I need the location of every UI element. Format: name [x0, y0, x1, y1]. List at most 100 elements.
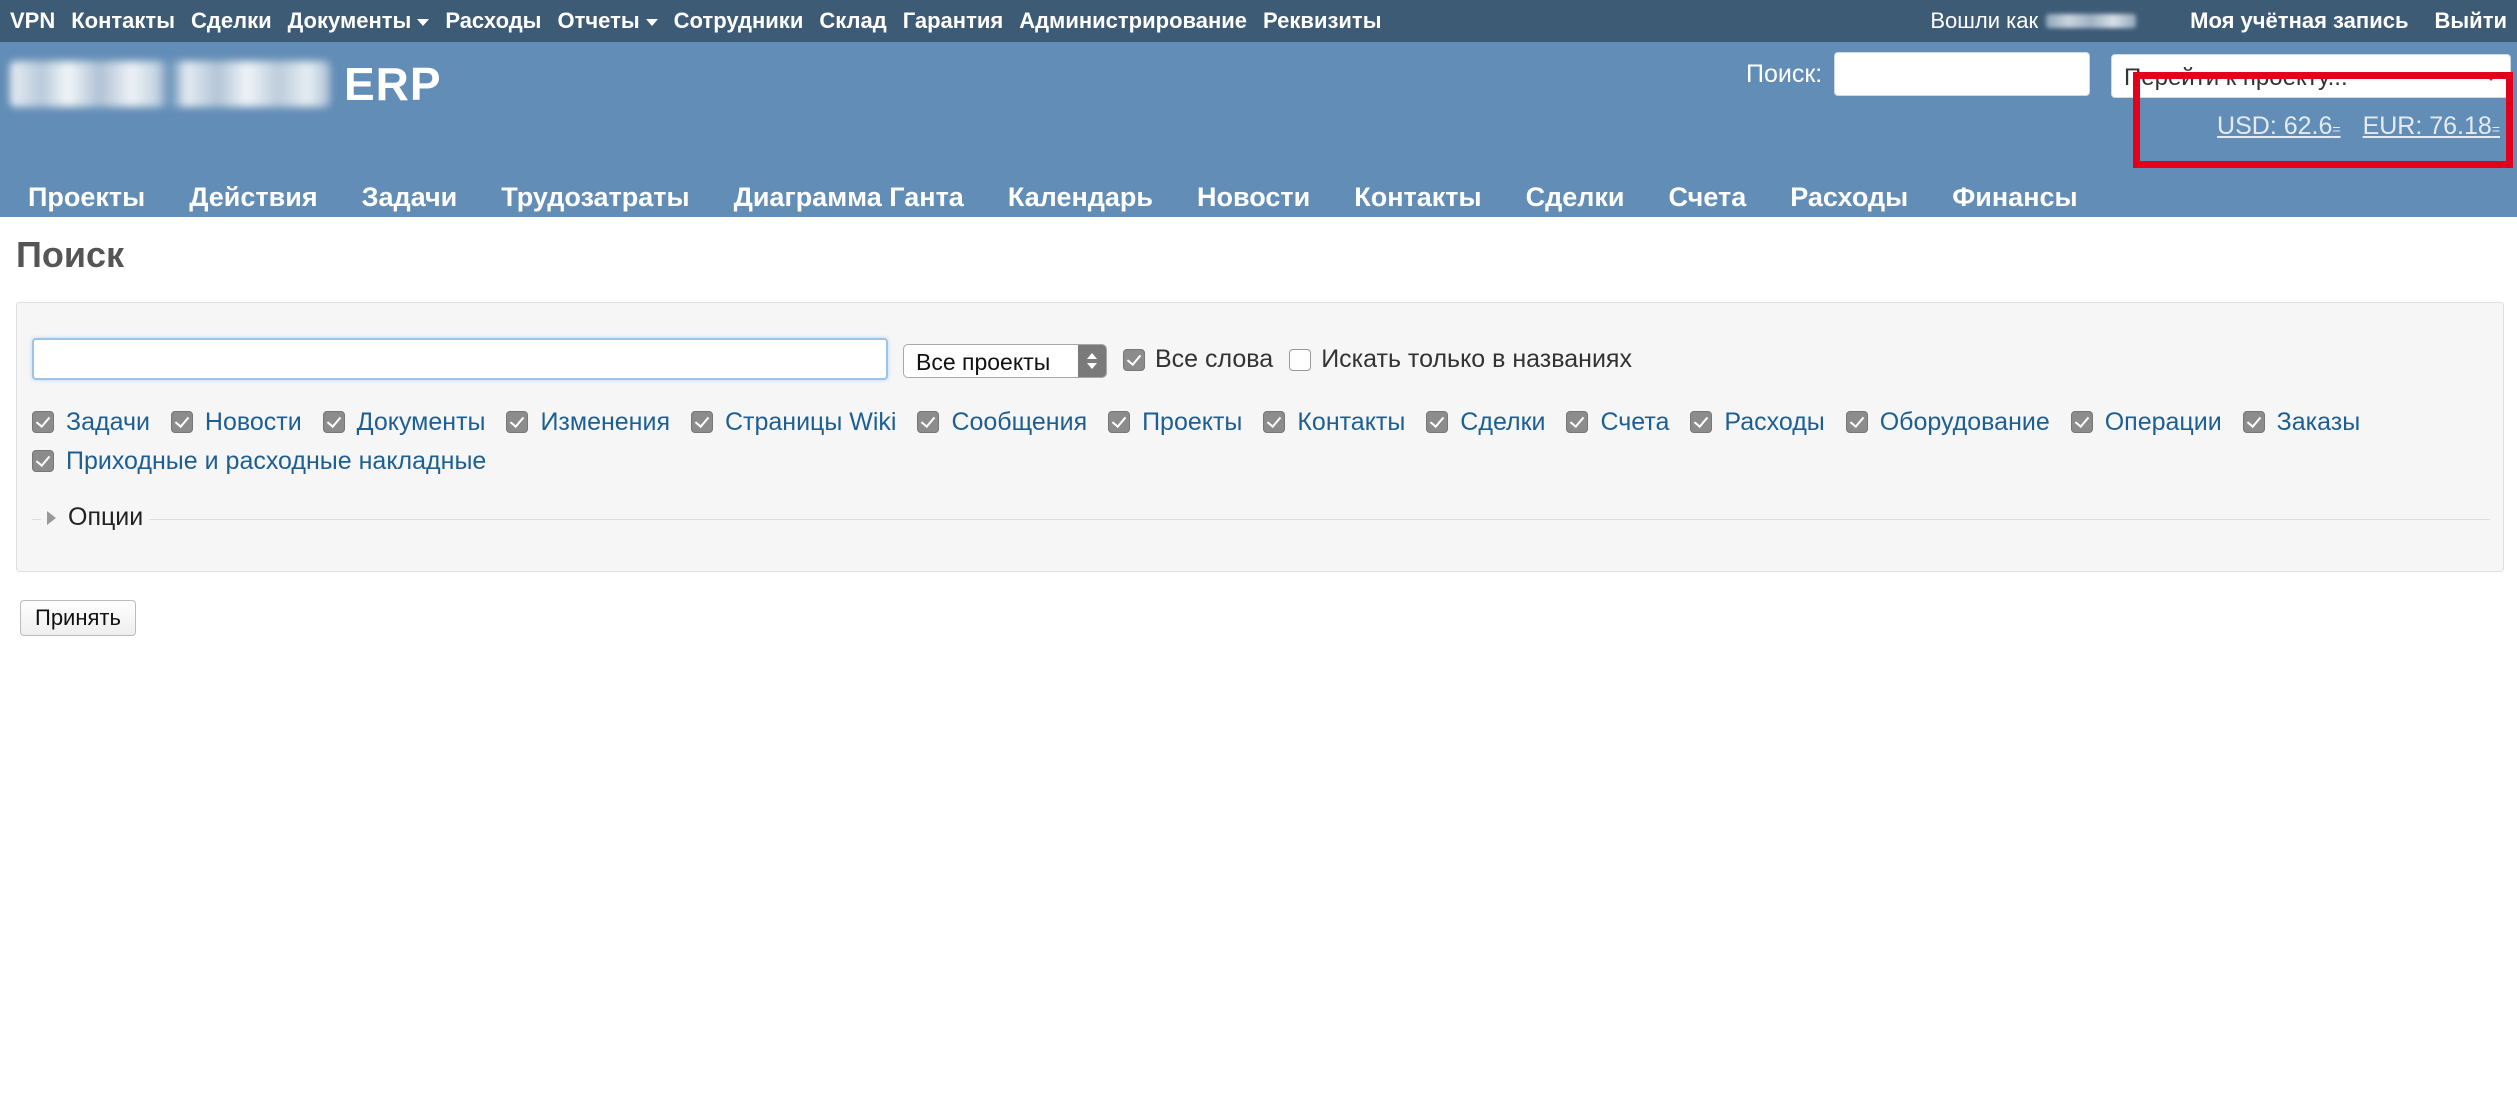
- logo-suffix: ERP: [344, 58, 442, 110]
- quick-search: Поиск:: [1746, 52, 2091, 96]
- type-link[interactable]: Страницы Wiki: [725, 404, 897, 440]
- type-link[interactable]: Заказы: [2277, 404, 2361, 440]
- top-menu: VPN Контакты Сделки Документы Расходы От…: [0, 0, 2517, 42]
- usd-rate-link[interactable]: USD: 62.6=: [2217, 112, 2341, 141]
- chevron-down-icon: [417, 18, 430, 26]
- quick-search-label: Поиск:: [1746, 59, 1823, 88]
- main-menu-item-finance[interactable]: Финансы: [1952, 182, 2077, 213]
- type-waybills: Приходные и расходные накладные: [32, 443, 486, 479]
- type-link[interactable]: Сделки: [1460, 404, 1545, 440]
- type-expenses: Расходы: [1690, 404, 1825, 440]
- type-deals: Сделки: [1426, 404, 1546, 440]
- main-menu-item-invoices[interactable]: Счета: [1669, 182, 1747, 213]
- type-checkbox[interactable]: [1845, 411, 1868, 433]
- main-menu-item-activity[interactable]: Действия: [189, 182, 317, 213]
- my-account-link[interactable]: Моя учётная запись: [2190, 8, 2408, 34]
- project-scope-value: Все проекты: [916, 349, 1051, 375]
- type-checkbox[interactable]: [2070, 411, 2093, 433]
- type-link[interactable]: Приходные и расходные накладные: [66, 443, 486, 479]
- type-link[interactable]: Счета: [1600, 404, 1669, 440]
- select-arrows-icon: [1078, 345, 1106, 377]
- type-checkbox[interactable]: [690, 411, 713, 433]
- type-link[interactable]: Операции: [2105, 404, 2222, 440]
- main-menu: Проекты Действия Задачи Трудозатраты Диа…: [0, 178, 2122, 216]
- type-checkbox[interactable]: [32, 450, 54, 472]
- chevron-down-icon: [645, 18, 658, 26]
- all-words-label[interactable]: Все слова: [1155, 345, 1273, 374]
- main-menu-item-time-entries[interactable]: Трудозатраты: [501, 182, 689, 213]
- search-types: Задачи Новости Документы Изменения Стран…: [32, 404, 2472, 482]
- logged-as-label: Вошли как: [1930, 8, 2039, 33]
- quick-search-input[interactable]: [1834, 52, 2091, 96]
- top-menu-item-deals[interactable]: Сделки: [191, 8, 272, 34]
- main-menu-item-issues[interactable]: Задачи: [362, 182, 458, 213]
- project-scope-select[interactable]: Все проекты: [903, 344, 1107, 378]
- type-checkbox[interactable]: [1690, 411, 1713, 433]
- type-contacts: Контакты: [1263, 404, 1405, 440]
- type-checkbox[interactable]: [1263, 411, 1286, 433]
- type-link[interactable]: Сообщения: [951, 404, 1087, 440]
- type-checkbox[interactable]: [1566, 411, 1589, 433]
- main-menu-item-gantt[interactable]: Диаграмма Ганта: [734, 182, 964, 213]
- type-link[interactable]: Новости: [205, 404, 302, 440]
- type-messages: Сообщения: [917, 404, 1087, 440]
- type-link[interactable]: Оборудование: [1880, 404, 2050, 440]
- top-menu-item-requisites[interactable]: Реквизиты: [1263, 8, 1381, 34]
- main-menu-item-projects[interactable]: Проекты: [28, 182, 145, 213]
- top-menu-item-administration[interactable]: Администрирование: [1019, 8, 1247, 34]
- top-menu-item-reports[interactable]: Отчеты: [557, 8, 658, 34]
- type-link[interactable]: Задачи: [66, 404, 150, 440]
- type-documents: Документы: [322, 404, 486, 440]
- options-label: Опции: [68, 503, 144, 531]
- type-checkbox[interactable]: [1108, 411, 1131, 433]
- type-checkbox[interactable]: [2242, 411, 2265, 433]
- top-menu-item-warehouse[interactable]: Склад: [819, 8, 886, 34]
- type-invoices: Счета: [1566, 404, 1669, 440]
- logout-link[interactable]: Выйти: [2435, 8, 2508, 34]
- header: ERP Поиск: Перейти к проекту... USD: 62.…: [0, 42, 2517, 217]
- top-menu-item-documents[interactable]: Документы: [288, 8, 430, 34]
- type-equipment: Оборудование: [1845, 404, 2050, 440]
- logo-name-redacted: [10, 61, 330, 107]
- type-link[interactable]: Документы: [357, 404, 486, 440]
- main-menu-item-expenses[interactable]: Расходы: [1790, 182, 1908, 213]
- options-toggle[interactable]: Опции: [41, 503, 150, 532]
- submit-button[interactable]: Принять: [20, 600, 136, 636]
- top-menu-item-employees[interactable]: Сотрудники: [674, 8, 804, 34]
- type-link[interactable]: Изменения: [540, 404, 670, 440]
- titles-only-label[interactable]: Искать только в названиях: [1321, 345, 1632, 374]
- type-issues: Задачи: [32, 404, 150, 440]
- username-redacted[interactable]: [2046, 14, 2137, 28]
- top-menu-item-expenses[interactable]: Расходы: [445, 8, 541, 34]
- site-logo[interactable]: ERP: [10, 54, 442, 114]
- type-orders: Заказы: [2242, 404, 2361, 440]
- search-query-input[interactable]: [32, 338, 888, 380]
- top-menu-item-warranty[interactable]: Гарантия: [903, 8, 1004, 34]
- triangle-right-icon: [47, 510, 56, 525]
- type-link[interactable]: Проекты: [1142, 404, 1242, 440]
- type-checkbox[interactable]: [506, 411, 529, 433]
- type-link[interactable]: Контакты: [1297, 404, 1405, 440]
- eur-rate-link[interactable]: EUR: 76.18=: [2363, 112, 2500, 141]
- search-options-row: Все слова Искать только в названиях: [1123, 345, 1648, 374]
- all-words-checkbox[interactable]: [1123, 348, 1145, 371]
- currency-rates-highlight: USD: 62.6= EUR: 76.18=: [2133, 72, 2513, 168]
- type-checkbox[interactable]: [32, 411, 54, 433]
- titles-only-checkbox[interactable]: [1289, 348, 1312, 371]
- main-menu-item-deals[interactable]: Сделки: [1526, 182, 1625, 213]
- type-checkbox[interactable]: [1426, 411, 1449, 433]
- type-news: Новости: [170, 404, 302, 440]
- main-menu-item-contacts[interactable]: Контакты: [1354, 182, 1481, 213]
- type-checkbox[interactable]: [322, 411, 345, 433]
- account-menu: Вошли как Моя учётная запись Выйти: [1930, 8, 2507, 34]
- main-menu-item-news[interactable]: Новости: [1197, 182, 1310, 213]
- type-link[interactable]: Расходы: [1724, 404, 1824, 440]
- top-menu-left: VPN Контакты Сделки Документы Расходы От…: [10, 8, 1398, 34]
- top-menu-item-contacts[interactable]: Контакты: [71, 8, 175, 34]
- top-menu-item-vpn[interactable]: VPN: [10, 8, 55, 34]
- type-projects: Проекты: [1108, 404, 1242, 440]
- type-checkbox[interactable]: [917, 411, 940, 433]
- type-checkbox[interactable]: [170, 411, 193, 433]
- options-divider: [32, 519, 2490, 522]
- main-menu-item-calendar[interactable]: Календарь: [1008, 182, 1153, 213]
